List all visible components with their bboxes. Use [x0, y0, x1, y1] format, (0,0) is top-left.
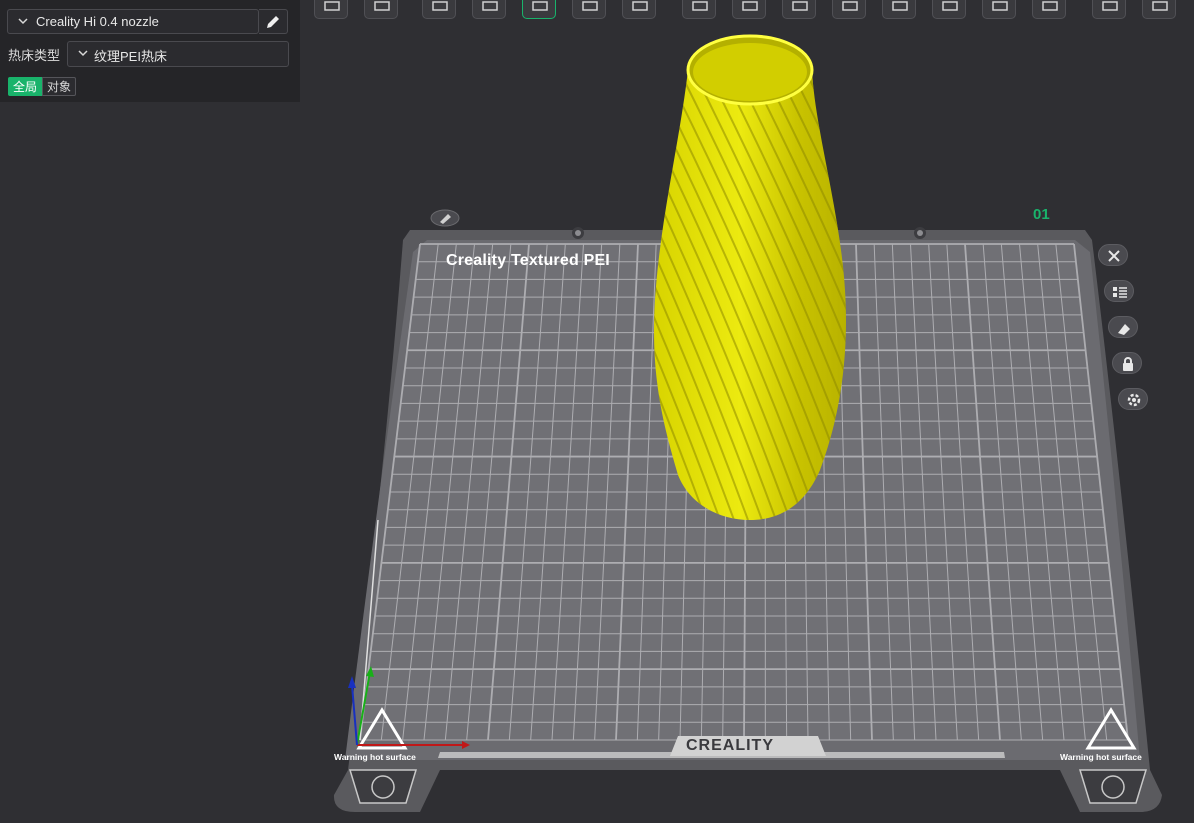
chevron-down-icon	[17, 15, 29, 27]
printer-preset-value: Creality Hi 0.4 nozzle	[36, 14, 159, 29]
printer-preset-select[interactable]: Creality Hi 0.4 nozzle	[7, 9, 259, 34]
seam-paint-tool-button[interactable]	[882, 0, 916, 19]
bed-type-label: 热床类型	[8, 45, 60, 64]
measure-icon	[792, 1, 808, 11]
settings-icon	[1126, 392, 1142, 408]
rotate-icon	[482, 1, 498, 11]
support-paint-tool-button[interactable]	[832, 0, 866, 19]
split-tool-button[interactable]	[622, 0, 656, 19]
list-icon	[1112, 284, 1128, 300]
bed-type-value: 纹理PEI热床	[94, 46, 167, 65]
3d-viewport[interactable]: Creality Textured PEI 01 CREALITY Warnin…	[0, 0, 1194, 818]
chevron-down-icon	[77, 47, 89, 59]
arrange-icon	[582, 1, 598, 11]
plate-title: Creality Textured PEI	[446, 252, 610, 270]
plate-settings-button[interactable]	[1118, 388, 1148, 410]
variable-layer-icon	[1152, 1, 1168, 11]
lock-plate-button[interactable]	[1112, 352, 1142, 374]
arrange-tool-button[interactable]	[572, 0, 606, 19]
layout-icon	[432, 1, 448, 11]
warning-label-left: Warning hot surface	[334, 752, 416, 762]
cut-tool-button[interactable]	[732, 0, 766, 19]
close-icon	[1106, 248, 1122, 264]
lay-on-face-tool-button[interactable]	[522, 0, 556, 19]
grid-tool-button[interactable]	[364, 0, 398, 19]
scale-icon	[1042, 1, 1058, 11]
boolean-tool-button[interactable]	[982, 0, 1016, 19]
rotate-tool-button[interactable]	[472, 0, 506, 19]
edit-printer-button[interactable]	[259, 9, 288, 34]
text-tool-button[interactable]	[932, 0, 966, 19]
bed-type-select[interactable]: 纹理PEI热床	[67, 41, 289, 67]
text-icon	[942, 1, 958, 11]
print-settings-panel: Creality Hi 0.4 nozzle 热床类型 纹理PEI热床 全局 对…	[0, 0, 300, 102]
cut-icon	[742, 1, 758, 11]
lay-on-face-icon	[532, 1, 548, 11]
main-toolbar	[300, 0, 1194, 20]
tab-global[interactable]: 全局	[8, 77, 42, 96]
scale-tool-button[interactable]	[1032, 0, 1066, 19]
assembly-tool-button[interactable]	[1092, 0, 1126, 19]
boolean-icon	[992, 1, 1008, 11]
seam-paint-icon	[892, 1, 908, 11]
split-parts-tool-button[interactable]	[682, 0, 716, 19]
measure-tool-button[interactable]	[782, 0, 816, 19]
lock-icon	[1120, 356, 1136, 372]
plate-brand: CREALITY	[686, 737, 774, 755]
close-plate-button[interactable]	[1098, 244, 1128, 266]
auto-arrange-icon	[1116, 320, 1132, 336]
pencil-icon	[265, 14, 281, 30]
tab-object[interactable]: 对象	[42, 77, 76, 96]
grid-icon	[374, 1, 390, 11]
assembly-icon	[1102, 1, 1118, 11]
cube-icon	[324, 1, 340, 11]
settings-scope-tabs: 全局 对象	[8, 77, 76, 96]
auto-arrange-button[interactable]	[1108, 316, 1138, 338]
warning-label-right: Warning hot surface	[1060, 752, 1142, 762]
cube-tool-button[interactable]	[314, 0, 348, 19]
plate-number[interactable]: 01	[1033, 206, 1050, 223]
variable-layer-tool-button[interactable]	[1142, 0, 1176, 19]
split-parts-icon	[692, 1, 708, 11]
object-list-button[interactable]	[1104, 280, 1134, 302]
support-paint-icon	[842, 1, 858, 11]
layout-tool-button[interactable]	[422, 0, 456, 19]
build-plate-scene	[0, 0, 1194, 818]
split-icon	[632, 1, 648, 11]
